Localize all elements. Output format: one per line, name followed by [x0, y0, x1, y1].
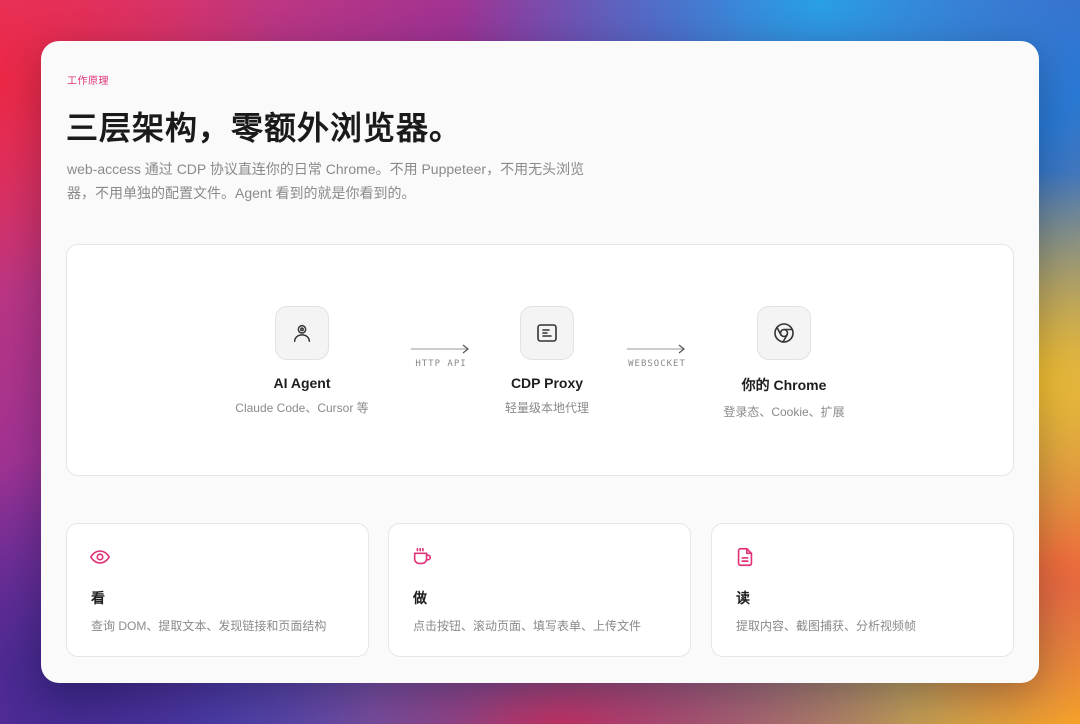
flow-node-your-chrome: 你的 Chrome 登录态、Cookie、扩展 [684, 306, 884, 420]
flow-node-subtitle: Claude Code、Cursor 等 [235, 401, 369, 415]
cup-icon [413, 547, 432, 565]
flow-node-title: 你的 Chrome [741, 377, 827, 393]
flow-node-title: CDP Proxy [510, 375, 584, 391]
flow-node-ai-agent: AI Agent Claude Code、Cursor 等 [202, 306, 402, 416]
feature-card-do: 做 点击按钮、滚动页面、填写表单、上传文件 [388, 523, 691, 657]
section-eyebrow: 工作原理 [67, 76, 109, 87]
section-description: web-access 通过 CDP 协议直连你的日常 Chrome。不用 Pup… [67, 161, 585, 201]
feature-card-read: 读 提取内容、截图捕获、分析视频帧 [711, 523, 1014, 657]
arrow-right-icon [627, 344, 685, 354]
proxy-document-icon [520, 306, 574, 360]
eye-icon [90, 550, 110, 564]
how-it-works-card: 工作原理 三层架构，零额外浏览器。 web-access 通过 CDP 协议直连… [41, 41, 1039, 683]
flow-node-title: AI Agent [273, 375, 331, 391]
feature-title: 做 [413, 590, 427, 606]
chrome-icon [757, 306, 811, 360]
feature-title: 读 [736, 590, 750, 606]
feature-card-see: 看 查询 DOM、提取文本、发现链接和页面结构 [66, 523, 369, 657]
feature-description: 查询 DOM、提取文本、发现链接和页面结构 [91, 619, 327, 633]
user-icon [275, 306, 329, 360]
flow-node-subtitle: 轻量级本地代理 [504, 401, 589, 415]
flow-node-subtitle: 登录态、Cookie、扩展 [723, 405, 845, 419]
architecture-flow-panel: AI Agent Claude Code、Cursor 等 HTTP API C… [66, 244, 1014, 476]
file-text-icon [737, 547, 753, 567]
feature-title: 看 [91, 590, 105, 606]
feature-description: 点击按钮、滚动页面、填写表单、上传文件 [413, 619, 642, 633]
feature-description: 提取内容、截图捕获、分析视频帧 [736, 619, 917, 633]
page-title: 三层架构，零额外浏览器。 [66, 110, 463, 146]
